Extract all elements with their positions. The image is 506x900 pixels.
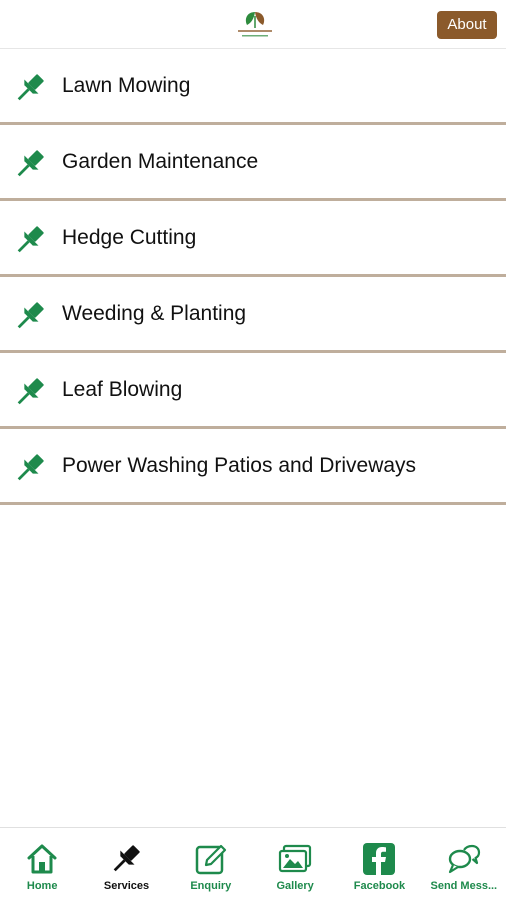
pin-icon (17, 226, 44, 253)
pin-icon (114, 845, 141, 872)
bottom-tab-bar: Home Services Enquiry Gallery Facebook S… (0, 827, 506, 900)
list-item-label: Hedge Cutting (62, 226, 197, 249)
pin-icon (17, 378, 44, 405)
app-root: About Lawn Mowing Garden Maintenance Hed… (0, 0, 506, 900)
list-item[interactable]: Leaf Blowing (0, 353, 506, 429)
edit-icon (195, 844, 226, 875)
list-item[interactable]: Weeding & Planting (0, 277, 506, 353)
list-item[interactable]: Hedge Cutting (0, 201, 506, 277)
list-item[interactable]: Lawn Mowing (0, 49, 506, 125)
company-logo (238, 12, 272, 37)
services-list: Lawn Mowing Garden Maintenance Hedge Cut… (0, 49, 506, 505)
tab-label: Home (26, 880, 58, 892)
gallery-icon (279, 844, 312, 873)
tab-enquiry[interactable]: Enquiry (169, 828, 253, 900)
header-bar: About (0, 0, 506, 49)
tab-gallery[interactable]: Gallery (253, 828, 337, 900)
pin-icon (17, 454, 44, 481)
pin-icon (17, 302, 44, 329)
tab-label: Gallery (276, 880, 314, 892)
tab-services[interactable]: Services (84, 828, 168, 900)
pin-icon (17, 74, 44, 101)
tab-send-message[interactable]: Send Mess... (422, 828, 506, 900)
list-item[interactable]: Power Washing Patios and Driveways (0, 429, 506, 505)
tab-label: Enquiry (190, 880, 232, 892)
tab-facebook[interactable]: Facebook (337, 828, 421, 900)
list-item-label: Leaf Blowing (62, 378, 183, 401)
chat-icon (448, 844, 480, 874)
tab-label: Send Mess... (430, 880, 498, 892)
tab-label: Facebook (353, 880, 406, 892)
home-icon (27, 844, 57, 874)
tab-home[interactable]: Home (0, 828, 84, 900)
list-item-label: Power Washing Patios and Driveways (62, 454, 417, 477)
list-item-label: Lawn Mowing (62, 74, 191, 97)
list-item-label: Weeding & Planting (62, 302, 247, 325)
facebook-icon (363, 843, 396, 875)
list-item-label: Garden Maintenance (62, 150, 259, 173)
tab-label: Services (103, 880, 150, 892)
about-button[interactable]: About (437, 11, 497, 39)
pin-icon (17, 150, 44, 177)
list-item[interactable]: Garden Maintenance (0, 125, 506, 201)
